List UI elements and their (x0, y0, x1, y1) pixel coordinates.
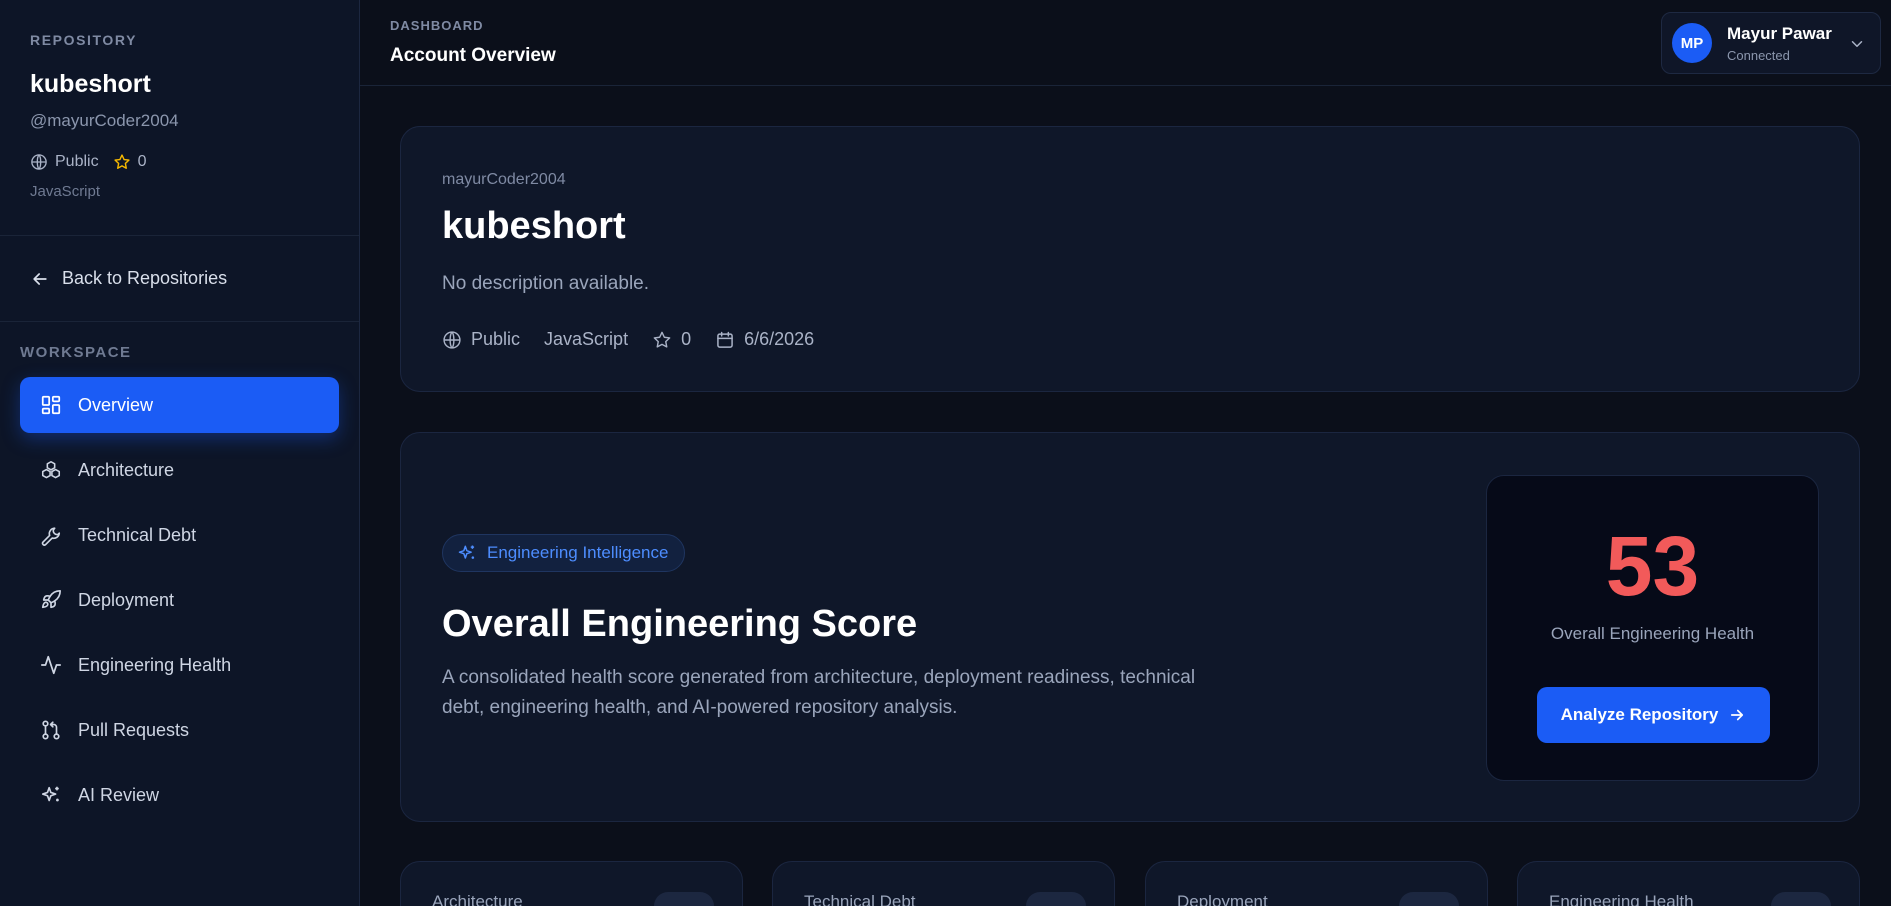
avatar: MP (1672, 23, 1712, 63)
nav-item-label: AI Review (78, 784, 160, 805)
engineering-intelligence-badge: Engineering Intelligence (442, 534, 686, 572)
nav-item-deployment[interactable]: Deployment (20, 572, 339, 628)
star-icon (113, 153, 131, 171)
wrench-icon (40, 524, 62, 546)
score-description: A consolidated health score generated fr… (442, 667, 1196, 718)
repo-visibility: Public (471, 329, 521, 349)
sidebar: REPOSITORY kubeshort @mayurCoder2004 Pub… (0, 0, 360, 906)
workspace-nav: Overview Architecture Technical Debt Dep… (0, 377, 359, 823)
metric-card-architecture: Architecture (400, 861, 743, 906)
nav-item-architecture[interactable]: Architecture (20, 442, 339, 498)
top-bar: DASHBOARD Account Overview MP Mayur Pawa… (360, 0, 1891, 86)
back-link-label: Back to Repositories (62, 268, 228, 288)
repo-language: JavaScript (544, 329, 629, 349)
repo-owner-handle: @mayurCoder2004 (30, 111, 179, 130)
globe-icon (30, 153, 48, 171)
badge-label: Engineering Intelligence (487, 543, 669, 562)
metric-card-label: Technical Debt (804, 892, 916, 906)
repo-name: kubeshort (30, 70, 151, 98)
repo-date: 6/6/2026 (744, 329, 815, 349)
metric-card-label: Engineering Health (1549, 892, 1694, 906)
arrow-right-icon (1728, 706, 1746, 724)
arrow-left-icon (30, 269, 50, 289)
activity-icon (40, 654, 62, 676)
user-name: Mayur Pawar (1727, 23, 1832, 43)
breadcrumb: DASHBOARD (390, 18, 484, 33)
repo-star-count: 0 (681, 329, 692, 349)
repo-kicker: REPOSITORY (30, 32, 138, 48)
calendar-icon (715, 330, 735, 350)
globe-icon (442, 330, 462, 350)
repo-star-count: 0 (137, 153, 147, 170)
nav-item-label: Deployment (78, 589, 175, 610)
metric-card-engineering-health: Engineering Health (1517, 861, 1860, 906)
nav-item-ai-review[interactable]: AI Review (20, 767, 339, 823)
score-value: 53 (1605, 519, 1700, 613)
score-title: Overall Engineering Score (442, 603, 918, 645)
nav-item-technical-debt[interactable]: Technical Debt (20, 507, 339, 563)
repo-card-meta: Public JavaScript 0 6/6/2026 (442, 329, 814, 350)
metric-card-badge (1771, 892, 1831, 906)
sparkles-icon (40, 784, 62, 806)
nav-item-overview[interactable]: Overview (20, 377, 339, 433)
metric-card-badge (654, 892, 714, 906)
repo-language: JavaScript (30, 183, 101, 200)
repo-meta: Public 0 (30, 153, 329, 171)
repo-visibility: Public (55, 153, 99, 170)
nav-item-pull-requests[interactable]: Pull Requests (20, 702, 339, 758)
page-title: Account Overview (390, 45, 556, 66)
metric-card-technical-debt: Technical Debt (772, 861, 1115, 906)
repository-card: mayurCoder2004 kubeshort No description … (400, 126, 1860, 392)
metric-card-badge (1026, 892, 1086, 906)
user-menu[interactable]: MP Mayur Pawar Connected (1661, 12, 1881, 74)
nav-item-label: Pull Requests (78, 719, 190, 740)
analyze-repository-button[interactable]: Analyze Repository (1537, 687, 1770, 743)
repo-summary: REPOSITORY kubeshort @mayurCoder2004 Pub… (0, 0, 359, 236)
repo-description: No description available. (442, 273, 650, 294)
metric-card-label: Deployment (1177, 892, 1268, 906)
score-label: Overall Engineering Health (1550, 624, 1755, 643)
repo-owner: mayurCoder2004 (442, 171, 566, 188)
sparkles-icon (457, 543, 477, 563)
grid-icon (40, 394, 62, 416)
analyze-button-label: Analyze Repository (1560, 705, 1719, 724)
metric-card-badge (1399, 892, 1459, 906)
metric-card-deployment: Deployment (1145, 861, 1488, 906)
back-to-repositories-link[interactable]: Back to Repositories (0, 236, 359, 322)
score-panel: 53 Overall Engineering Health Analyze Re… (1486, 475, 1819, 781)
nav-item-label: Architecture (78, 459, 175, 480)
engineering-score-card: Engineering Intelligence Overall Enginee… (400, 432, 1860, 822)
workspace-label: WORKSPACE (20, 344, 132, 361)
nav-item-label: Engineering Health (78, 654, 232, 675)
user-info: Mayur Pawar Connected (1727, 24, 1832, 63)
cubes-icon (40, 459, 62, 481)
git-pull-request-icon (40, 719, 62, 741)
star-icon (652, 330, 672, 350)
nav-item-engineering-health[interactable]: Engineering Health (20, 637, 339, 693)
metric-card-label: Architecture (432, 892, 523, 906)
rocket-icon (40, 589, 62, 611)
nav-item-label: Technical Debt (78, 524, 197, 545)
nav-item-label: Overview (78, 394, 154, 415)
repo-title: kubeshort (442, 205, 626, 247)
user-status: Connected (1727, 47, 1790, 63)
chevron-down-icon (1848, 35, 1866, 53)
